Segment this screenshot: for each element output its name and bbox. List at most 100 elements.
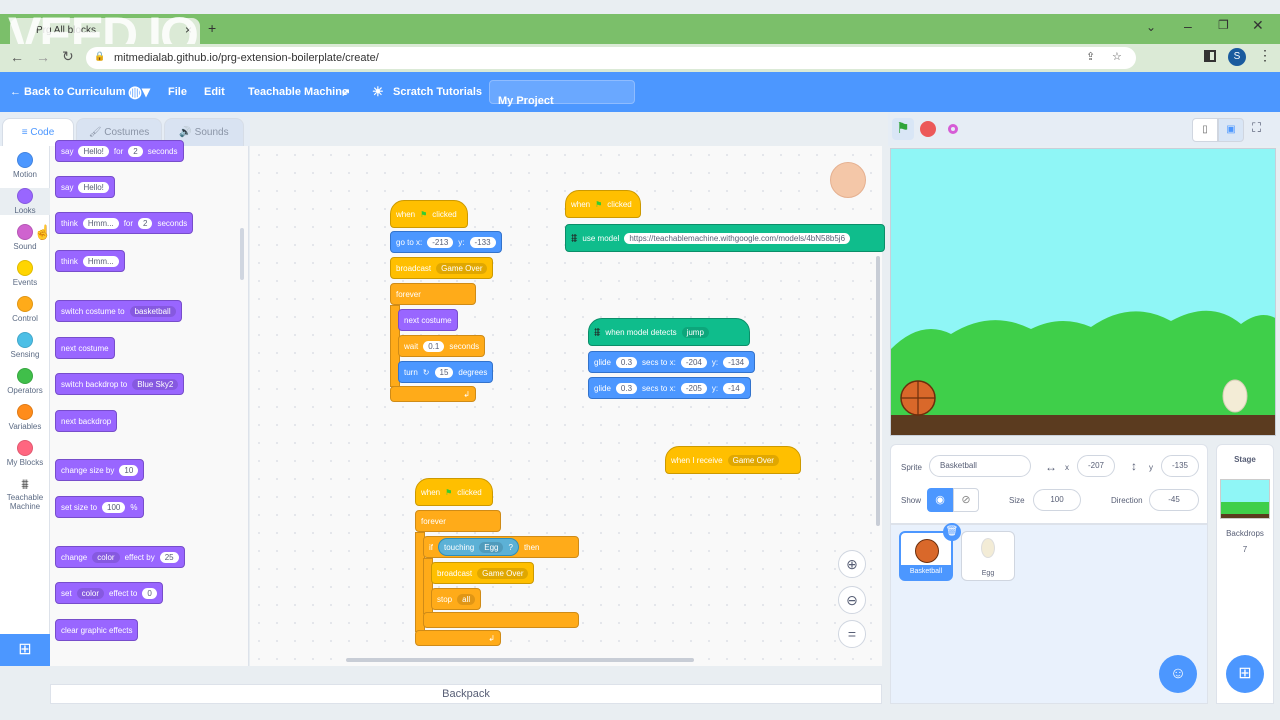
block-input[interactable]: 0.3: [615, 356, 638, 368]
go-to-xy-block[interactable]: go to x: -213 y: -133: [390, 231, 502, 253]
block-input[interactable]: Hello!: [78, 181, 109, 193]
workspace-horizontal-scrollbar[interactable]: [346, 658, 694, 662]
block-input[interactable]: -213: [427, 236, 454, 248]
zoom-out-button[interactable]: ⊖: [838, 586, 866, 614]
block-dropdown[interactable]: Game Over: [727, 454, 779, 466]
backpack[interactable]: Backpack: [50, 684, 882, 704]
fullscreen-icon[interactable]: ⛶: [1252, 120, 1261, 136]
sprite-name-input[interactable]: Basketball: [929, 455, 1031, 477]
forever-block[interactable]: forever: [415, 510, 501, 532]
change-effect-block[interactable]: change color effect by 25: [55, 546, 185, 568]
record-icon[interactable]: [948, 124, 958, 134]
block-dropdown[interactable]: color: [92, 551, 120, 563]
kebab-menu-icon[interactable]: ⋮: [1258, 47, 1272, 64]
block-input[interactable]: -134: [723, 356, 750, 368]
set-effect-block[interactable]: set color effect to 0: [55, 582, 163, 604]
block-dropdown[interactable]: basketball: [129, 305, 176, 317]
think-block[interactable]: think Hmm...: [55, 250, 125, 272]
add-extension-button[interactable]: ⊞: [0, 634, 50, 666]
turn-block[interactable]: turn ↻ 15 degrees: [398, 361, 494, 383]
workspace-vertical-scrollbar[interactable]: [876, 256, 880, 526]
y-input[interactable]: -135: [1161, 455, 1199, 477]
back-to-curriculum-link[interactable]: ← Back to Curriculum: [10, 86, 126, 98]
block-input[interactable]: 0: [142, 587, 157, 599]
glide-block[interactable]: glide 0.3 secs to x: -205 y: -14: [588, 377, 751, 399]
restore-icon[interactable]: ❐: [1218, 18, 1229, 32]
teachable-machine-link[interactable]: Teachable Machine: [248, 86, 348, 98]
broadcast-block[interactable]: broadcast Game Over: [390, 257, 494, 279]
block-input[interactable]: 0.1: [423, 340, 445, 352]
set-size-block[interactable]: set size to 100%: [55, 496, 144, 518]
sprite-tile-egg[interactable]: Egg: [961, 531, 1015, 581]
block-dropdown[interactable]: Game Over: [436, 262, 488, 274]
x-input[interactable]: -207: [1077, 455, 1115, 477]
sprite-tile-basketball[interactable]: Basketball 🗑: [899, 523, 961, 581]
block-dropdown[interactable]: Blue Sky2: [132, 378, 179, 390]
block-input[interactable]: 2: [128, 145, 143, 157]
block-input[interactable]: Hmm...: [82, 255, 119, 267]
wait-block[interactable]: wait 0.1 seconds: [398, 335, 486, 357]
switch-backdrop-block[interactable]: switch backdrop to Blue Sky2: [55, 373, 185, 395]
block-dropdown[interactable]: color: [76, 587, 105, 599]
category-looks[interactable]: Looks: [0, 188, 50, 215]
block-input[interactable]: 25: [159, 551, 179, 563]
block-dropdown[interactable]: jump: [681, 326, 709, 338]
stage[interactable]: [890, 148, 1276, 436]
category-my-blocks[interactable]: My Blocks: [0, 440, 50, 467]
if-then-block[interactable]: if touching Egg? then: [423, 536, 579, 558]
say-block[interactable]: say Hello!: [55, 176, 115, 198]
category-events[interactable]: Events: [0, 260, 50, 287]
block-input[interactable]: 2: [138, 217, 153, 229]
category-variables[interactable]: Variables: [0, 404, 50, 431]
show-hidden-button[interactable]: ⊘: [953, 488, 979, 512]
block-input[interactable]: -133: [469, 236, 496, 248]
block-dropdown[interactable]: Game Over: [477, 567, 529, 579]
file-menu[interactable]: File: [168, 86, 187, 98]
sidebar-toggle-icon[interactable]: [1204, 50, 1216, 62]
think-for-block[interactable]: think Hmm... for 2 seconds: [55, 212, 194, 234]
next-costume-block[interactable]: next costume: [398, 309, 458, 331]
reload-icon[interactable]: ↻: [62, 48, 74, 65]
glide-block[interactable]: glide 0.3 secs to x: -204 y: -134: [588, 351, 756, 373]
block-dropdown[interactable]: Egg: [479, 541, 504, 553]
stage-selector[interactable]: Stage Backdrops 7 ⊞: [1216, 444, 1274, 704]
model-url-input[interactable]: https://teachablemachine.withgoogle.com/…: [624, 232, 851, 244]
broadcast-block[interactable]: broadcast Game Over: [431, 562, 535, 584]
chevron-down-icon[interactable]: ⌄: [1146, 20, 1156, 34]
say-for-block[interactable]: say Hello! for 2 seconds: [55, 140, 184, 162]
show-visible-button[interactable]: ◉: [927, 488, 953, 512]
new-tab-button[interactable]: +: [208, 20, 216, 36]
scratch-tutorials-link[interactable]: Scratch Tutorials: [393, 86, 482, 98]
touching-block[interactable]: touching Egg?: [438, 538, 519, 556]
block-input[interactable]: -14: [723, 382, 745, 394]
green-flag-button[interactable]: ⚑: [892, 118, 914, 140]
category-operators[interactable]: Operators: [0, 368, 50, 395]
block-dropdown[interactable]: all: [457, 593, 476, 605]
edit-menu[interactable]: Edit: [204, 86, 225, 98]
forever-block[interactable]: forever: [390, 283, 476, 305]
use-model-block[interactable]: ⩩ use model https://teachablemachine.withg…: [565, 224, 885, 252]
star-icon[interactable]: ☆: [1112, 50, 1122, 63]
block-input[interactable]: 15: [434, 366, 454, 378]
when-flag-clicked-hat[interactable]: when ⚑ clicked: [565, 190, 641, 218]
zoom-in-button[interactable]: ⊕: [838, 550, 866, 578]
next-backdrop-block[interactable]: next backdrop: [55, 410, 118, 432]
change-size-block[interactable]: change size by 10: [55, 459, 145, 481]
add-sprite-button[interactable]: ☺: [1159, 655, 1197, 693]
palette-scrollbar[interactable]: [240, 228, 244, 280]
project-title-input[interactable]: My Project: [489, 80, 635, 107]
large-stage-button[interactable]: ▣: [1218, 118, 1244, 142]
small-stage-button[interactable]: ▯: [1192, 118, 1218, 142]
when-flag-clicked-hat[interactable]: when ⚑ clicked: [390, 200, 468, 228]
close-window-icon[interactable]: ✕: [1252, 17, 1264, 34]
zoom-reset-button[interactable]: =: [838, 620, 866, 648]
when-model-detects-hat[interactable]: ⩩ when model detects jump: [588, 318, 750, 346]
block-input[interactable]: -205: [680, 382, 707, 394]
switch-costume-block[interactable]: switch costume to basketball: [55, 300, 182, 322]
profile-avatar[interactable]: S: [1228, 48, 1246, 66]
block-input[interactable]: 100: [102, 501, 126, 513]
when-flag-clicked-hat[interactable]: when ⚑ clicked: [415, 478, 493, 506]
share-icon[interactable]: ⇪: [1086, 50, 1095, 63]
add-backdrop-button[interactable]: ⊞: [1226, 655, 1264, 693]
block-input[interactable]: 10: [119, 464, 139, 476]
